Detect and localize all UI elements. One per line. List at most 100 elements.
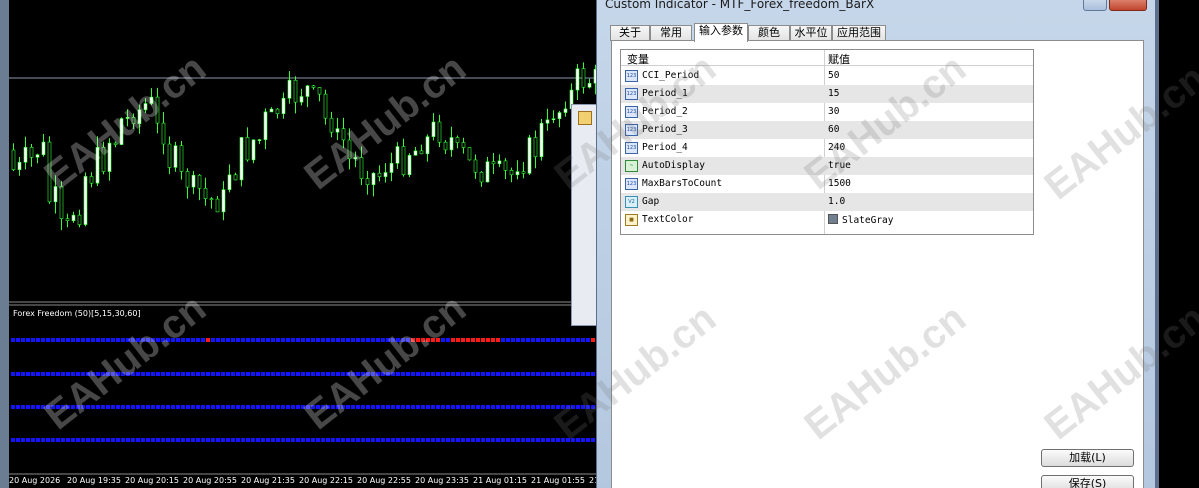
parameter-value[interactable]: 60 [828,124,839,135]
help-button[interactable] [1083,0,1107,11]
indicator-dot [371,338,375,342]
time-axis-label: 20 Aug 23:35 [415,476,469,485]
chart-canvas[interactable] [0,0,600,488]
tab-colors[interactable]: 颜色 [748,25,790,41]
window-border [1156,0,1159,488]
candle-body [293,79,298,103]
indicator-dot [46,372,50,376]
indicator-dot [251,438,255,442]
indicator-dot [136,372,140,376]
indicator-dot [541,372,545,376]
indicator-dot [206,372,210,376]
indicator-dot [491,372,495,376]
tab-levels[interactable]: 水平位 [790,25,832,41]
indicator-dot [161,405,165,409]
parameter-value[interactable]: 30 [828,106,839,117]
parameter-row[interactable]: 123 Period_1 15 [621,85,1033,103]
indicator-dot [41,338,45,342]
indicator-dot [381,405,385,409]
parameters-table[interactable]: 变量 赋值 123 CCI_Period 50 123 Period_1 15 123 Per… [620,49,1034,235]
inputs-tab-page: 变量 赋值 123 CCI_Period 50 123 Period_1 15 123 Per… [611,40,1144,488]
price-chart-panel[interactable]: Forex Freedom (50)[5,15,30,60] 20 Aug 20… [0,0,600,488]
indicator-dot [386,438,390,442]
candle-body [485,161,490,183]
tab-common[interactable]: 常用 [650,25,692,41]
parameter-value[interactable]: 240 [828,142,845,153]
indicator-dot [506,372,510,376]
tab-inputs[interactable]: 输入参数 [694,23,748,42]
indicator-dot [431,438,435,442]
tab-visualization[interactable]: 应用范围 [832,25,886,41]
indicator-dot [201,438,205,442]
candle-body [17,162,22,171]
save-button[interactable]: 保存(S) [1041,475,1134,488]
indicator-dot [531,405,535,409]
parameter-row[interactable]: 123 Period_3 60 [621,121,1033,139]
indicator-dot [516,405,520,409]
indicator-dot [81,372,85,376]
candle-body [419,150,424,155]
indicator-dot [176,338,180,342]
parameter-value-text: 30 [828,106,840,117]
tab-about[interactable]: 关于 [610,25,650,41]
adjacent-window [1156,0,1199,488]
indicator-dot [356,405,360,409]
indicator-dot [441,438,445,442]
indicator-dot [491,405,495,409]
parameter-value[interactable]: SlateGray [828,214,893,226]
parameter-value-text: SlateGray [842,215,894,226]
parameter-value[interactable]: 50 [828,70,839,81]
indicator-dot [196,338,200,342]
indicator-dot [381,338,385,342]
indicator-dot [96,372,100,376]
indicator-dot [551,372,555,376]
indicator-dot [501,338,505,342]
parameter-value[interactable]: 1.0 [828,196,845,207]
candle-body [479,171,484,183]
indicator-dot [121,372,125,376]
indicator-dot [511,372,515,376]
column-header-value[interactable]: 赋值 [828,51,850,67]
parameter-row[interactable]: 123 MaxBarsToCount 1500 [621,175,1033,193]
indicator-dot [306,405,310,409]
close-button[interactable] [1109,0,1147,11]
indicator-dot [101,372,105,376]
parameter-row[interactable]: V2 Gap 1.0 [621,193,1033,211]
indicator-dot [91,372,95,376]
parameter-value[interactable]: 15 [828,88,839,99]
indicator-dot [21,405,25,409]
indicator-dot [426,338,430,342]
indicator-dot [106,405,110,409]
indicator-dot [256,338,260,342]
parameter-row[interactable]: ~ AutoDisplay true [621,157,1033,175]
parameter-row[interactable]: 123 Period_4 240 [621,139,1033,157]
indicator-dot [21,338,25,342]
candle-body [575,68,580,91]
indicator-dot [136,405,140,409]
parameter-value[interactable]: 1500 [828,178,851,189]
indicator-dot [536,372,540,376]
load-button[interactable]: 加载(L) [1041,449,1134,467]
column-header-variable[interactable]: 变量 [627,51,649,67]
parameter-row[interactable]: 123 Period_2 30 [621,103,1033,121]
parameter-value[interactable]: true [828,160,851,171]
candle-body [425,136,430,155]
indicator-dot [111,338,115,342]
indicator-dot [476,338,480,342]
indicator-dot [221,338,225,342]
indicator-dot [96,405,100,409]
candle-body [191,174,196,188]
indicator-dot [136,338,140,342]
parameter-row[interactable]: ■ TextColor SlateGray [621,211,1033,229]
parameter-row[interactable]: 123 CCI_Period 50 [621,67,1033,85]
indicator-dot [546,372,550,376]
indicator-dot [46,405,50,409]
indicator-dot [21,372,25,376]
indicator-dot [61,338,65,342]
candle-body [269,108,274,113]
indicator-dot [541,338,545,342]
indicator-dot [451,438,455,442]
candle-body [401,146,406,176]
indicator-dot [51,405,55,409]
indicator-dot [541,405,545,409]
